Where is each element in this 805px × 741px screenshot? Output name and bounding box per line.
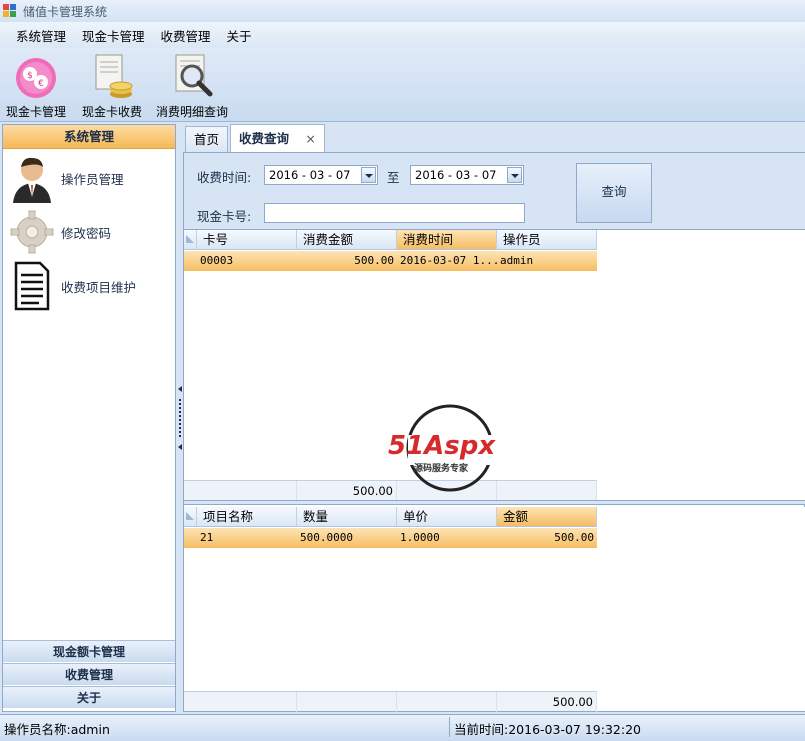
grid-separator[interactable] [184, 500, 805, 505]
grid-corner [184, 230, 197, 250]
toolbar-cash-card-button[interactable]: $ € 现金卡管理 [6, 52, 66, 120]
table-cell: 00003 [200, 254, 234, 267]
sidebar-header[interactable]: 系统管理 [3, 125, 175, 149]
column-header[interactable]: 卡号 [197, 230, 297, 250]
tab-strip: 首页 收费查询 × [183, 124, 805, 152]
window-title: 储值卡管理系统 [23, 4, 108, 19]
column-header[interactable]: 消费时间 [397, 230, 497, 250]
toolbar-cash-card-label: 现金卡管理 [6, 105, 67, 119]
main-panel: 首页 收费查询 × 收费时间: 2016 - 03 - 07 至 2016 - … [183, 124, 805, 712]
sidebar-group-charge[interactable]: 收费管理 [3, 663, 175, 685]
toolbar-consumption-query-button[interactable]: 消费明细查询 [156, 52, 228, 120]
menu-bar: 系统管理 现金卡管理 收费管理 关于 [0, 22, 805, 48]
grid-corner [184, 507, 197, 527]
toolbar-consumption-query-label: 消费明细查询 [156, 105, 229, 119]
table-cell: 500.00 [554, 531, 594, 544]
sidebar-item-operator[interactable]: 操作员管理 [9, 153, 124, 203]
column-header[interactable]: 金额 [497, 507, 597, 527]
menu-charge[interactable]: 收费管理 [153, 26, 219, 45]
date-to-value: 2016 - 03 - 07 [415, 168, 497, 182]
card-number-label: 现金卡号: [197, 209, 252, 224]
column-header[interactable]: 数量 [297, 507, 397, 527]
table-row[interactable]: 21 500.0000 1.0000 500.00 [184, 528, 597, 548]
app-icon [3, 4, 17, 18]
sidebar-item-charge-items-label: 收费项目维护 [61, 279, 137, 295]
table-cell: 500.00 [354, 254, 394, 267]
tab-content: 收费时间: 2016 - 03 - 07 至 2016 - 03 - 07 现金… [183, 152, 805, 712]
table-row[interactable]: 00003 500.00 2016-03-07 1... admin [184, 251, 597, 271]
sidebar-item-password-label: 修改密码 [61, 225, 112, 241]
table-cell: 2016-03-07 1... [400, 254, 497, 267]
tab-close-icon[interactable]: × [305, 131, 315, 146]
sidebar-group-cash-card[interactable]: 现金额卡管理 [3, 640, 175, 662]
tab-charge-query-label: 收费查询 [239, 131, 290, 146]
watermark-tagline: 源码服务专家 [414, 464, 469, 474]
item-detail-grid: 项目名称 数量 单价 金额 21 500.0000 1.0000 500.00 … [184, 507, 805, 712]
sidebar-group-about[interactable]: 关于 [3, 686, 175, 708]
document-icon [9, 261, 55, 311]
watermark-brand: 51Aspx [388, 431, 496, 461]
sidebar-item-charge-items[interactable]: 收费项目维护 [9, 261, 136, 311]
menu-system[interactable]: 系统管理 [8, 26, 74, 45]
sidebar: 系统管理 操作员管理 修改密码 收费项目维护 现金额卡管理 收费管理 关于 [2, 124, 176, 712]
chevron-down-icon[interactable] [361, 167, 376, 183]
date-from-value: 2016 - 03 - 07 [269, 168, 351, 182]
svg-text:€: € [38, 79, 44, 89]
charge-time-label: 收费时间: [197, 170, 252, 185]
status-time: 当前时间:2016-03-07 19:32:20 [454, 722, 641, 737]
to-label: 至 [387, 170, 400, 185]
magnifier-icon [168, 52, 216, 100]
column-header[interactable]: 项目名称 [197, 507, 297, 527]
footer-total: 500.00 [297, 481, 397, 501]
watermark-logo: 51Aspx 源码服务专家 [388, 403, 528, 493]
operator-avatar-icon [9, 153, 55, 203]
grid-header: 卡号 消费金额 消费时间 操作员 [184, 230, 597, 250]
toolbar: $ € 现金卡管理 现金卡收费 消费明细查询 [0, 48, 805, 122]
gear-icon [9, 207, 55, 257]
query-button[interactable]: 查询 [576, 163, 652, 223]
card-number-input[interactable] [264, 203, 525, 223]
column-header[interactable]: 单价 [397, 507, 497, 527]
sidebar-item-password[interactable]: 修改密码 [9, 207, 111, 257]
date-from-picker[interactable]: 2016 - 03 - 07 [264, 165, 378, 185]
status-operator: 操作员名称:admin [4, 722, 110, 737]
sidebar-item-operator-label: 操作员管理 [61, 171, 124, 187]
tab-home[interactable]: 首页 [185, 126, 229, 152]
grid-header: 项目名称 数量 单价 金额 [184, 507, 597, 527]
status-bar: 操作员名称:admin 当前时间:2016-03-07 19:32:20 [0, 714, 805, 741]
tab-charge-query[interactable]: 收费查询 × [230, 124, 325, 152]
menu-about[interactable]: 关于 [219, 26, 260, 45]
table-cell: admin [500, 254, 534, 267]
footer-total: 500.00 [497, 692, 597, 712]
title-bar: 储值卡管理系统 [0, 0, 805, 22]
table-cell: 1.0000 [400, 531, 440, 544]
toolbar-cash-card-charge-label: 现金卡收费 [82, 105, 143, 119]
coins-document-icon [88, 52, 136, 100]
svg-text:$: $ [27, 71, 33, 81]
chevron-down-icon[interactable] [507, 167, 522, 183]
table-cell: 21 [200, 531, 214, 544]
column-header[interactable]: 消费金额 [297, 230, 397, 250]
query-panel: 收费时间: 2016 - 03 - 07 至 2016 - 03 - 07 现金… [184, 153, 805, 230]
menu-cash-card[interactable]: 现金卡管理 [74, 26, 153, 45]
tab-home-label: 首页 [194, 132, 220, 147]
table-cell: 500.0000 [300, 531, 353, 544]
money-card-icon: $ € [12, 52, 60, 100]
column-header[interactable]: 操作员 [497, 230, 597, 250]
toolbar-cash-card-charge-button[interactable]: 现金卡收费 [82, 52, 142, 120]
date-to-picker[interactable]: 2016 - 03 - 07 [410, 165, 524, 185]
grid-footer: 500.00 [184, 691, 597, 712]
